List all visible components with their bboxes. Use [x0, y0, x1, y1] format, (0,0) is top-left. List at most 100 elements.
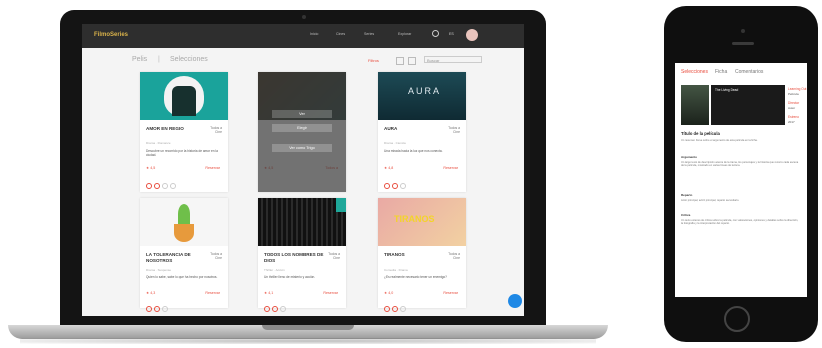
side-value: Película [788, 92, 799, 96]
movie-card[interactable]: AURA AURA Todos a Cine Drama · Ciencia Un… [378, 72, 466, 192]
reserve-link[interactable]: Reservar [443, 166, 458, 170]
like-icon[interactable] [264, 306, 270, 312]
breadcrumb-separator: | [158, 56, 160, 63]
choose-button[interactable]: Elegir [272, 124, 332, 132]
reserve-link[interactable]: Reservar [205, 291, 220, 295]
movie-meta: Todos a Cine [328, 252, 340, 260]
search-input[interactable]: Buscar [424, 56, 482, 63]
movie-poster-image [140, 72, 228, 120]
top-navigation-bar: FilmoSeries Inicio Cines Series Explorar… [82, 24, 524, 48]
movie-title: TODOS LOS NOMBRES DE DIOS [264, 252, 324, 263]
movie-meta: Todos a Cine [448, 126, 460, 134]
nav-item-inicio[interactable]: Inicio [310, 32, 318, 36]
share-icon[interactable] [392, 183, 398, 189]
section-heading: Crítica [681, 213, 691, 217]
reserve-link[interactable]: Reservar [443, 291, 458, 295]
more-icon[interactable] [170, 183, 176, 189]
poster-logo-text: AURA [408, 86, 442, 96]
section-heading: Reparto [681, 193, 693, 197]
bookmark-icon[interactable] [400, 306, 406, 312]
movie-poster-image [258, 198, 346, 246]
laptop-notch [262, 325, 354, 330]
list-view-icon[interactable] [408, 57, 416, 65]
phone-earpiece [732, 42, 754, 45]
movie-title: TIRANOS [384, 252, 405, 257]
reserve-link[interactable]: Reservar [323, 291, 338, 295]
filter-button[interactable]: Filtros [368, 58, 379, 63]
movie-description: ¿Es realmente necesario tener un enemigo… [384, 275, 447, 279]
movie-poster-image [681, 85, 709, 125]
tab-ficha[interactable]: Ficha [715, 69, 727, 75]
movie-rating: ★ 4,1 [264, 291, 274, 295]
section-heading: Argumento [681, 155, 697, 159]
bookmark-icon[interactable] [162, 183, 168, 189]
movie-poster-image: AURA [378, 72, 466, 120]
bookmark-icon[interactable] [400, 183, 406, 189]
share-icon[interactable] [154, 183, 160, 189]
movie-tags: Thriller · Acción [264, 268, 285, 272]
share-icon[interactable] [272, 306, 278, 312]
search-icon[interactable] [432, 30, 439, 37]
movie-tags: Comedia · Drama [384, 268, 408, 272]
share-icon[interactable] [392, 306, 398, 312]
side-value: Autor [788, 106, 796, 110]
card-actions [146, 176, 178, 194]
movie-title: AMOR EN REGIO [146, 126, 184, 131]
site-logo[interactable]: FilmoSeries [94, 32, 128, 38]
bookmark-icon[interactable] [280, 306, 286, 312]
phone-camera [741, 29, 745, 33]
movie-card[interactable]: ★ 4,5 Todos a Ver Elegir Ver como Trigo [258, 72, 346, 192]
nav-item-cines[interactable]: Cines [336, 32, 345, 36]
side-value: 2017 [788, 120, 795, 124]
card-hover-overlay: Ver Elegir Ver como Trigo [258, 72, 346, 192]
card-actions [384, 299, 408, 316]
tab-comentarios[interactable]: Comentarios [735, 69, 763, 75]
movie-description: Un thriller lleno de misterio y acción. [264, 275, 316, 279]
movie-rating: ★ 4,5 [146, 166, 156, 170]
movie-title: Título de la película [681, 131, 720, 136]
movie-meta: Todos a Cine [210, 126, 222, 134]
user-avatar[interactable] [466, 29, 478, 41]
phone-home-button [724, 306, 750, 332]
laptop-camera [302, 15, 306, 19]
laptop-screen: FilmoSeries Inicio Cines Series Explorar… [82, 24, 524, 316]
bookmark-icon[interactable] [162, 306, 168, 312]
movie-intro: Un resumen breve sobre el argumento de e… [681, 139, 758, 142]
section-text: Un texto extenso de crítica sobre la pel… [681, 219, 799, 226]
nav-item-explorar[interactable]: Explorar [398, 32, 411, 36]
movie-card[interactable]: AMOR EN REGIO Todos a Cine Drama · Romanc… [140, 72, 228, 192]
side-label: Learning Out [788, 87, 807, 91]
movie-tags: Drama · Romance [146, 141, 171, 145]
movie-title: AURA [384, 126, 398, 131]
like-icon[interactable] [384, 183, 390, 189]
movie-card[interactable]: LA TOLERANCIA DE NOSOTROS Todos a Cine Dr… [140, 198, 228, 312]
share-icon[interactable] [154, 306, 160, 312]
language-selector[interactable]: ES [449, 32, 454, 36]
phone-screen: Selecciones Ficha Comentarios The Living… [675, 63, 807, 297]
movie-meta: Todos a Cine [210, 252, 222, 260]
movie-rating: ★ 4,0 [384, 291, 394, 295]
grid-view-icon[interactable] [396, 57, 404, 65]
like-icon[interactable] [384, 306, 390, 312]
like-icon[interactable] [146, 306, 152, 312]
movie-card[interactable]: TODOS LOS NOMBRES DE DIOS Todos a Cine Th… [258, 198, 346, 312]
tab-selecciones[interactable]: Selecciones [681, 69, 708, 75]
side-label: Director [788, 101, 800, 105]
movie-description: Descubre un recorrido por la historia de… [146, 149, 218, 157]
movie-tags: Drama · Ciencia [384, 141, 406, 145]
watch-trailer-button[interactable]: Ver como Trigo [272, 144, 332, 152]
breadcrumb-selecciones[interactable]: Selecciones [170, 56, 208, 63]
poster-logo-text: TIRANOS [394, 214, 435, 224]
movie-description: Quien lo sabe, sabe lo que ha hecho por … [146, 275, 218, 279]
chat-fab-button[interactable] [508, 294, 522, 308]
breadcrumb-pelis[interactable]: Pelis [132, 56, 147, 63]
section-text: Actor principal, actriz principal, repar… [681, 199, 740, 202]
like-icon[interactable] [146, 183, 152, 189]
movie-poster-image: TIRANOS [378, 198, 466, 246]
movie-card[interactable]: TIRANOS TIRANOS Todos a Cine Comedia · Dr… [378, 198, 466, 312]
nav-item-series[interactable]: Series [364, 32, 374, 36]
movie-title: LA TOLERANCIA DE NOSOTROS [146, 252, 191, 263]
view-button[interactable]: Ver [272, 110, 332, 118]
side-label: Estreno [788, 115, 799, 119]
reserve-link[interactable]: Reservar [205, 166, 220, 170]
